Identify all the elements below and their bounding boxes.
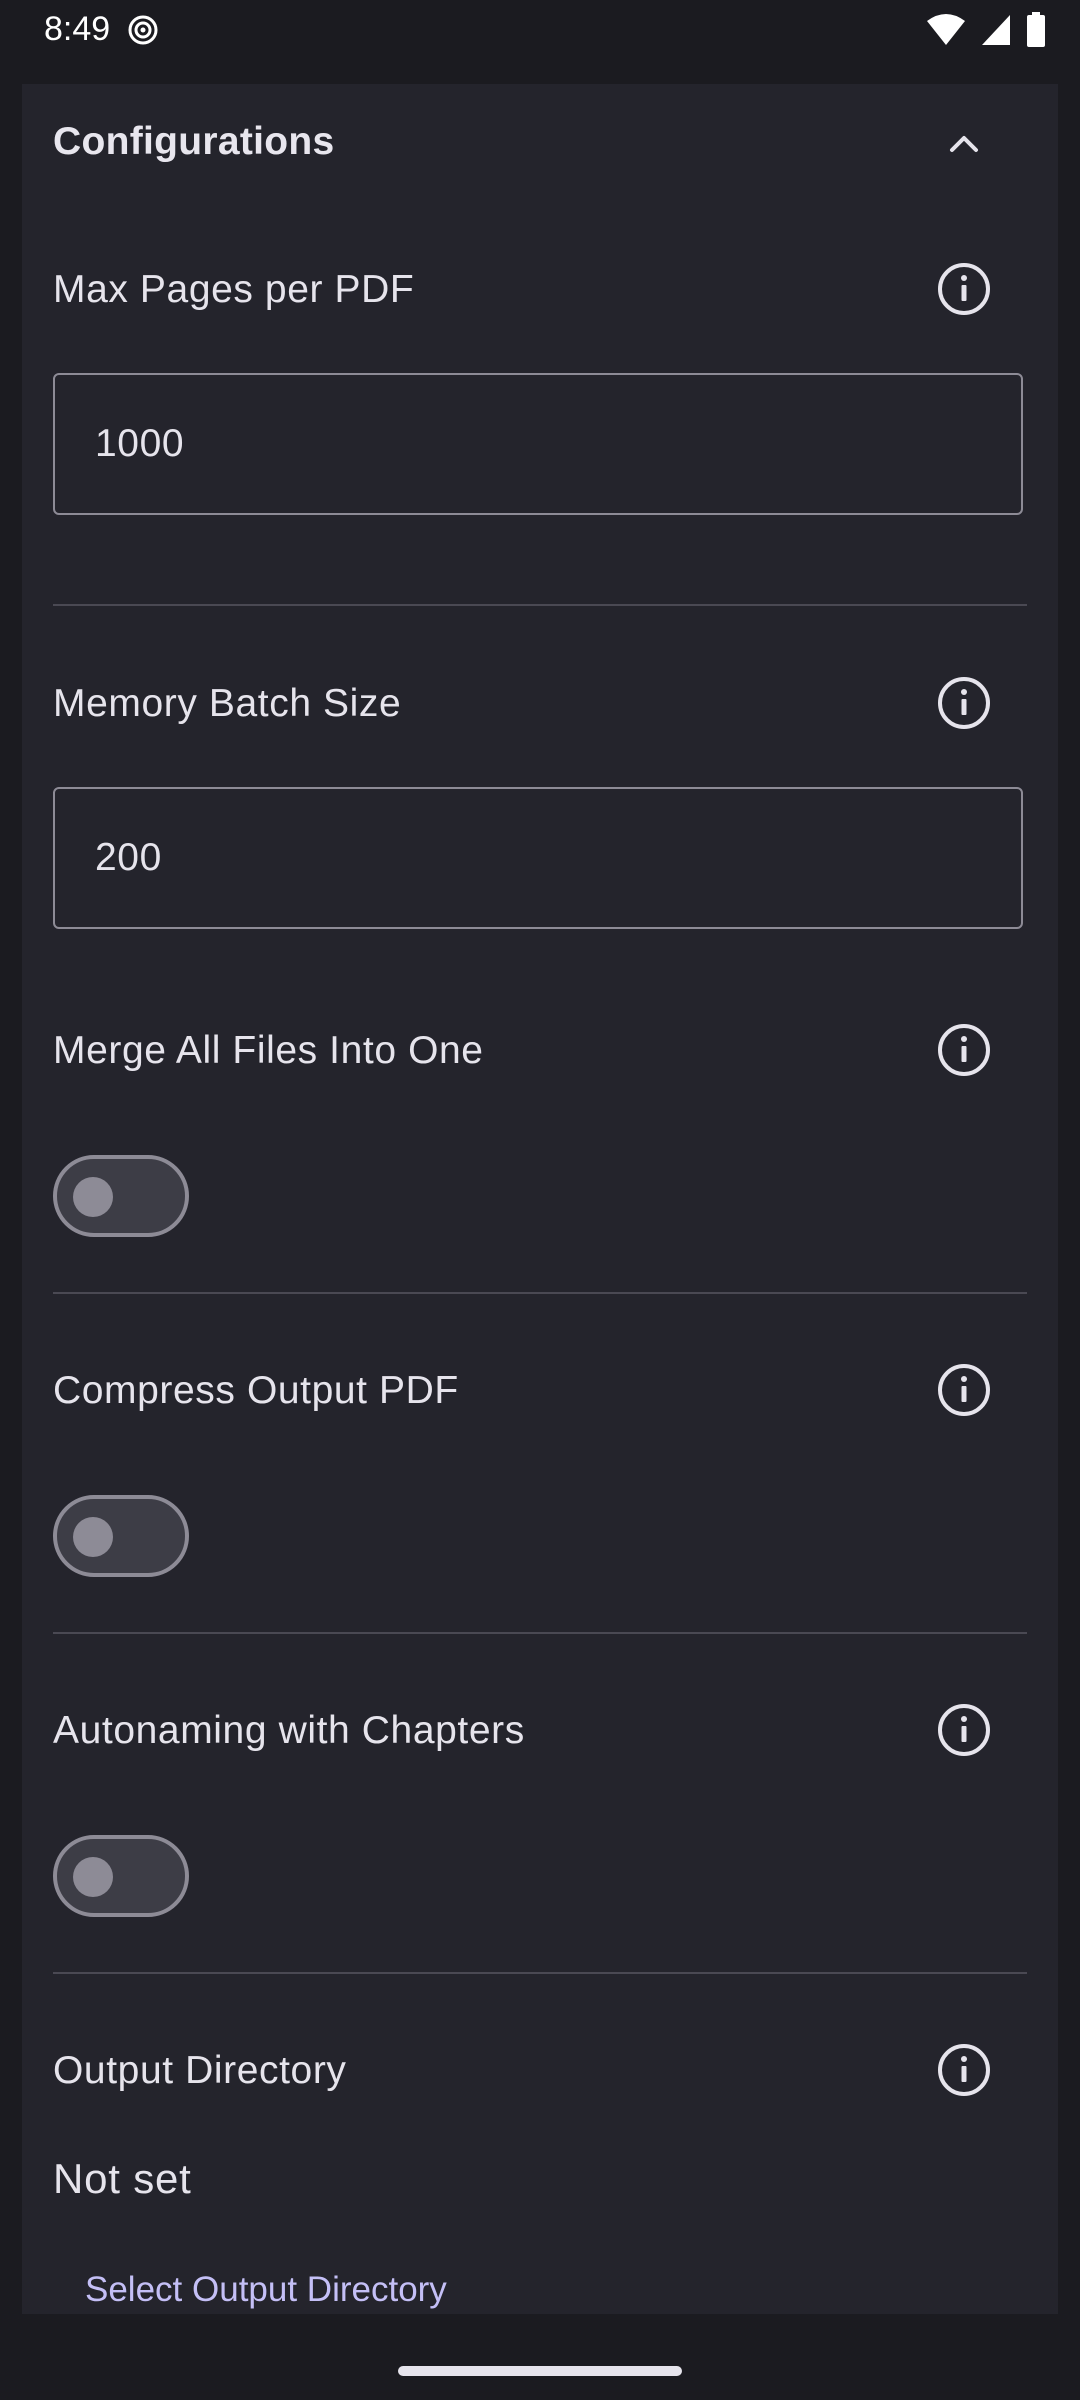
home-gesture-handle[interactable]: [398, 2366, 682, 2376]
status-time: 8:49: [44, 10, 111, 48]
output-directory-label: Output Directory: [53, 2049, 347, 2092]
memory-batch-label: Memory Batch Size: [53, 682, 402, 725]
info-icon[interactable]: [936, 261, 992, 317]
info-icon[interactable]: [936, 1702, 992, 1758]
max-pages-label: Max Pages per PDF: [53, 268, 415, 311]
divider: [53, 1632, 1027, 1634]
select-output-directory-button[interactable]: Select Output Directory: [85, 2270, 447, 2310]
sync-ring-icon: [128, 15, 158, 45]
info-icon[interactable]: [936, 675, 992, 731]
status-icons: [926, 12, 1046, 48]
merge-files-label: Merge All Files Into One: [53, 1029, 484, 1072]
compress-output-label: Compress Output PDF: [53, 1369, 459, 1412]
battery-icon: [1027, 12, 1045, 47]
compress-output-toggle[interactable]: [53, 1495, 189, 1577]
autonaming-label: Autonaming with Chapters: [53, 1709, 525, 1752]
info-icon[interactable]: [936, 1362, 992, 1418]
navigation-bar: [0, 2314, 1080, 2400]
toggle-knob: [73, 1177, 113, 1217]
max-pages-input[interactable]: [53, 373, 1023, 515]
toggle-knob: [73, 1517, 113, 1557]
divider: [53, 1972, 1027, 1974]
section-title: Configurations: [53, 120, 335, 163]
wifi-icon: [927, 14, 965, 45]
info-icon[interactable]: [936, 1022, 992, 1078]
info-icon[interactable]: [936, 2042, 992, 2098]
chevron-up-icon[interactable]: [944, 124, 984, 164]
autonaming-toggle[interactable]: [53, 1835, 189, 1917]
divider: [53, 1292, 1027, 1294]
divider: [53, 604, 1027, 606]
memory-batch-input[interactable]: [53, 787, 1023, 929]
status-bar: 8:49: [0, 0, 1080, 84]
output-directory-value: Not set: [53, 2155, 192, 2202]
toggle-knob: [73, 1857, 113, 1897]
signal-icon: [982, 15, 1010, 45]
merge-files-toggle[interactable]: [53, 1155, 189, 1237]
